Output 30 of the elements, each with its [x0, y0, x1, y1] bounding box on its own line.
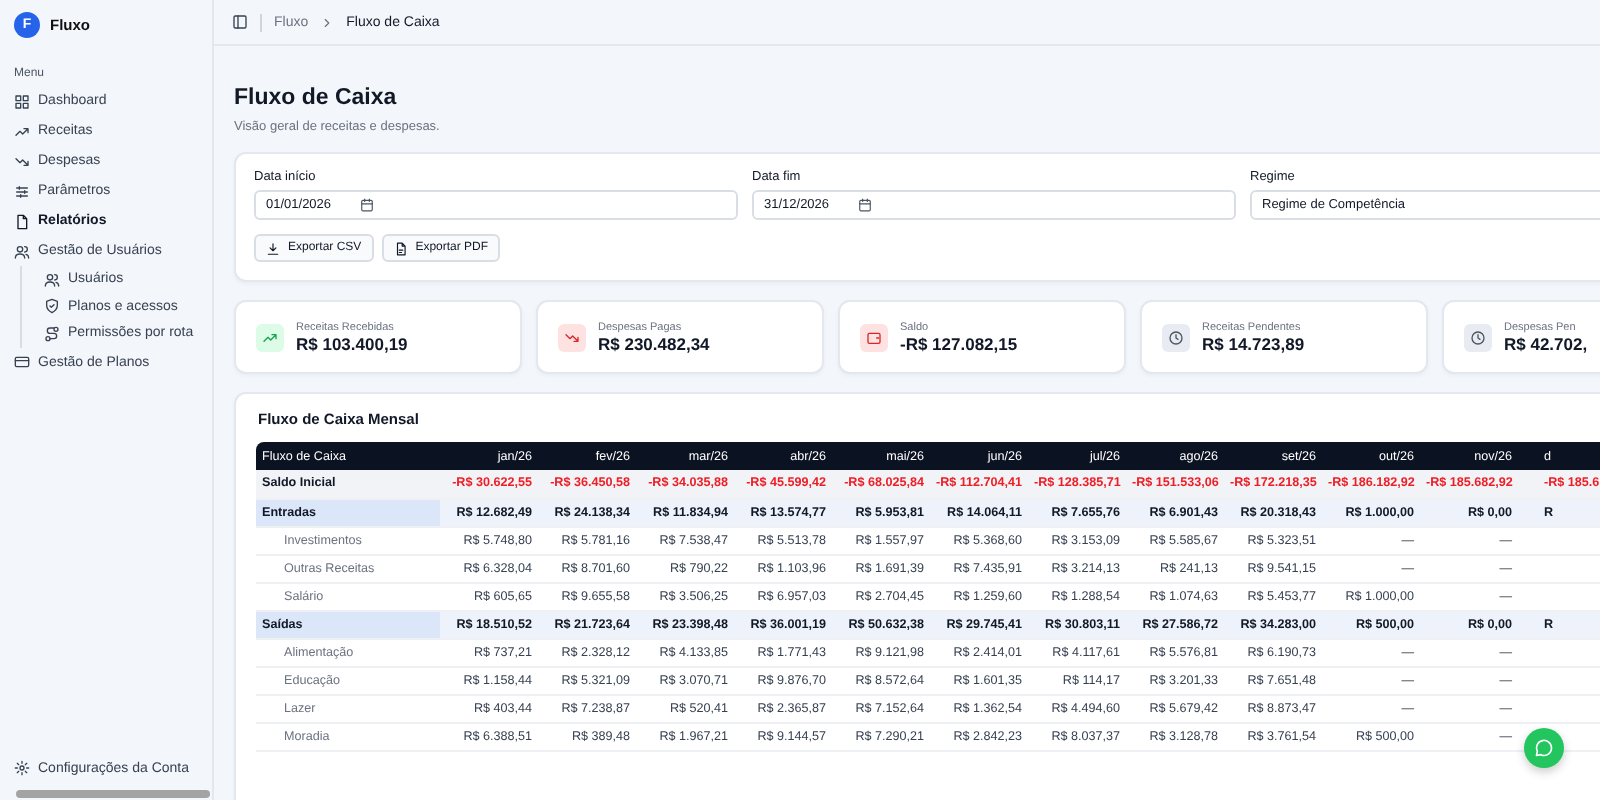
clock-icon — [1470, 329, 1486, 345]
document-icon — [14, 213, 30, 229]
calendar-icon — [359, 198, 374, 212]
route-icon — [44, 325, 60, 342]
trend-down-icon — [14, 153, 30, 169]
settings-icon — [14, 760, 30, 776]
users-icon — [14, 243, 30, 259]
sidebar-toggle-icon[interactable] — [232, 14, 248, 30]
sliders-icon — [14, 183, 30, 199]
clock-icon — [1168, 329, 1184, 345]
page-title: Fluxo de Caixa — [234, 86, 399, 112]
users-icon — [44, 271, 60, 288]
summary-value: R$ 42.702, — [1504, 333, 1588, 353]
summary-value: R$ 14.723,89 — [1202, 333, 1305, 353]
shield-icon — [44, 298, 60, 315]
document-icon — [393, 241, 408, 255]
trend-up-icon — [262, 329, 278, 345]
summary-value: R$ 230.482,34 — [598, 333, 710, 353]
summary-value: R$ 103.400,19 — [296, 333, 408, 353]
chevron-right-icon — [320, 15, 335, 29]
trend-up-icon — [14, 123, 30, 139]
chat-icon — [1534, 738, 1554, 758]
card-icon — [14, 354, 30, 370]
download-icon — [266, 241, 280, 255]
calendar-icon — [857, 198, 872, 212]
scrollbar[interactable] — [16, 790, 210, 798]
trend-down-icon — [564, 329, 580, 345]
grid-icon — [14, 93, 30, 109]
summary-value: -R$ 127.082,15 — [900, 333, 1018, 353]
wallet-icon — [866, 329, 882, 345]
